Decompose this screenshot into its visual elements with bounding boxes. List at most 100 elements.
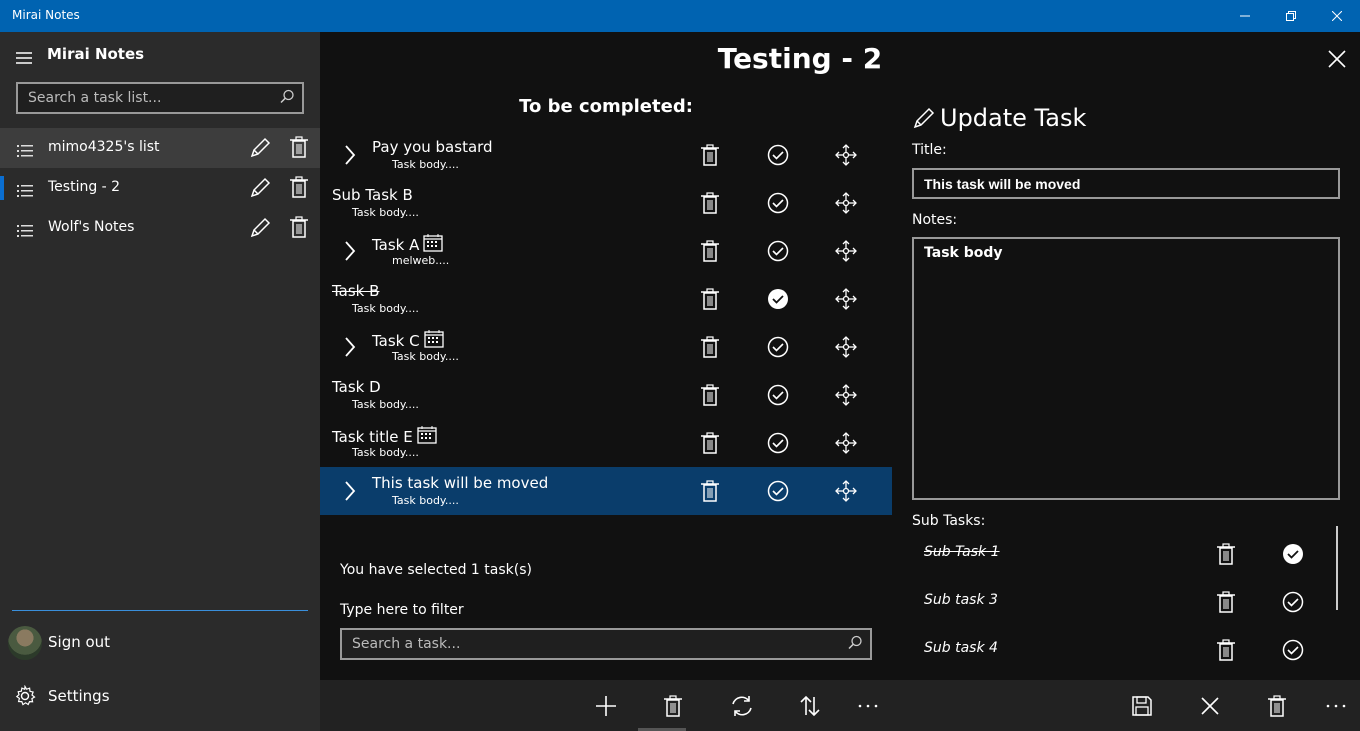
complete-task-button[interactable] bbox=[767, 432, 789, 458]
search-icon[interactable] bbox=[280, 89, 294, 108]
delete-selected-button[interactable] bbox=[657, 690, 689, 722]
pencil-icon bbox=[250, 177, 271, 198]
delete-task-button[interactable] bbox=[700, 240, 720, 266]
sort-button[interactable] bbox=[794, 690, 826, 722]
complete-task-button[interactable] bbox=[767, 144, 789, 170]
completed-check-button[interactable] bbox=[1282, 543, 1304, 569]
section-title: To be completed: bbox=[519, 96, 693, 117]
chevron-right-icon[interactable] bbox=[344, 337, 356, 361]
delete-task-button[interactable] bbox=[700, 384, 720, 410]
check-circle-icon bbox=[767, 144, 789, 166]
complete-subtask-button[interactable] bbox=[1282, 639, 1304, 665]
sidebar-item-wolfs-notes[interactable]: Wolf's Notes bbox=[0, 208, 320, 248]
complete-task-button[interactable] bbox=[767, 480, 789, 506]
delete-task-button[interactable] bbox=[700, 480, 720, 506]
check-circle-filled-icon bbox=[768, 289, 788, 309]
complete-task-button[interactable] bbox=[767, 384, 789, 410]
subtask-row[interactable]: Sub task 4 bbox=[912, 626, 1332, 674]
move-task-button[interactable] bbox=[835, 384, 857, 410]
calendar-icon bbox=[423, 234, 444, 256]
trash-icon bbox=[1217, 591, 1235, 613]
more-icon bbox=[858, 704, 878, 708]
calendar-icon bbox=[417, 426, 437, 448]
task-filter-input[interactable] bbox=[342, 630, 870, 658]
trash-icon bbox=[290, 216, 308, 238]
sidebar-item-testing-2[interactable]: Testing - 2 bbox=[0, 168, 320, 208]
trash-icon bbox=[701, 384, 719, 406]
completed-check-button[interactable] bbox=[767, 288, 789, 314]
move-icon bbox=[835, 384, 857, 406]
task-body: Task body.... bbox=[352, 398, 419, 411]
move-task-button[interactable] bbox=[835, 144, 857, 170]
chevron-right-icon[interactable] bbox=[344, 481, 356, 505]
delete-task-button[interactable] bbox=[700, 144, 720, 170]
check-circle-icon bbox=[1282, 639, 1304, 661]
delete-task-pane-button[interactable] bbox=[1261, 690, 1293, 722]
task-row[interactable]: Pay you bastard Task body.... bbox=[320, 131, 892, 179]
task-notes-field[interactable]: Task body bbox=[912, 237, 1340, 500]
task-title: Task D bbox=[332, 378, 381, 396]
task-row[interactable]: Task B Task body.... bbox=[320, 275, 892, 323]
close-window-button[interactable] bbox=[1314, 0, 1360, 32]
delete-subtask-button[interactable] bbox=[1216, 543, 1236, 569]
save-task-button[interactable] bbox=[1126, 690, 1158, 722]
sync-button[interactable] bbox=[726, 690, 758, 722]
edit-list-button[interactable] bbox=[249, 217, 271, 243]
sign-out-button[interactable]: Sign out bbox=[0, 622, 320, 662]
task-row[interactable]: Task title E Task body.... bbox=[320, 419, 892, 467]
task-title-field[interactable] bbox=[912, 168, 1340, 199]
trash-icon bbox=[290, 136, 308, 158]
delete-list-button[interactable] bbox=[289, 216, 309, 242]
add-task-button[interactable] bbox=[590, 690, 622, 722]
chevron-right-icon[interactable] bbox=[344, 241, 356, 265]
task-body: Task body.... bbox=[352, 446, 419, 459]
task-row[interactable]: Task A melweb.... bbox=[320, 227, 892, 275]
hamburger-menu-button[interactable] bbox=[16, 49, 32, 68]
trash-icon bbox=[1217, 543, 1235, 565]
task-title: Task title E bbox=[332, 428, 413, 446]
task-row-selected[interactable]: This task will be moved Task body.... bbox=[320, 467, 892, 515]
task-list-search bbox=[16, 82, 304, 114]
task-body: Task body.... bbox=[392, 350, 459, 363]
complete-task-button[interactable] bbox=[767, 240, 789, 266]
subtask-row[interactable]: Sub Task 1 bbox=[912, 530, 1332, 578]
delete-task-button[interactable] bbox=[700, 432, 720, 458]
edit-list-button[interactable] bbox=[249, 177, 271, 203]
delete-list-button[interactable] bbox=[289, 176, 309, 202]
chevron-right-icon[interactable] bbox=[344, 145, 356, 169]
settings-button[interactable]: Settings bbox=[0, 676, 320, 716]
subtask-row[interactable]: Sub task 3 bbox=[912, 578, 1332, 626]
sidebar-item-mimo4325-list[interactable]: mimo4325's list bbox=[0, 128, 320, 168]
task-row[interactable]: Task C Task body.... bbox=[320, 323, 892, 371]
subtasks-label: Sub Tasks: bbox=[912, 513, 986, 529]
more-options-pane-button[interactable] bbox=[1320, 690, 1352, 722]
move-task-button[interactable] bbox=[835, 240, 857, 266]
close-pane-button[interactable] bbox=[1328, 50, 1346, 72]
task-row[interactable]: Task D Task body.... bbox=[320, 371, 892, 419]
subtasks-scrollbar[interactable] bbox=[1336, 526, 1338, 610]
delete-subtask-button[interactable] bbox=[1216, 639, 1236, 665]
discard-changes-button[interactable] bbox=[1194, 690, 1226, 722]
more-options-button[interactable] bbox=[852, 690, 884, 722]
delete-subtask-button[interactable] bbox=[1216, 591, 1236, 617]
task-list-search-input[interactable] bbox=[18, 84, 302, 112]
complete-task-button[interactable] bbox=[767, 192, 789, 218]
move-icon bbox=[835, 288, 857, 310]
minimize-button[interactable] bbox=[1222, 0, 1268, 32]
complete-task-button[interactable] bbox=[767, 336, 789, 362]
move-task-button[interactable] bbox=[835, 336, 857, 362]
delete-task-button[interactable] bbox=[700, 288, 720, 314]
delete-list-button[interactable] bbox=[289, 136, 309, 162]
complete-subtask-button[interactable] bbox=[1282, 591, 1304, 617]
edit-list-button[interactable] bbox=[249, 137, 271, 163]
restore-button[interactable] bbox=[1268, 0, 1314, 32]
move-task-button[interactable] bbox=[835, 192, 857, 218]
task-row[interactable]: Sub Task B Task body.... bbox=[320, 179, 892, 227]
delete-task-button[interactable] bbox=[700, 192, 720, 218]
move-task-button[interactable] bbox=[835, 288, 857, 314]
move-task-button[interactable] bbox=[835, 480, 857, 506]
delete-task-button[interactable] bbox=[700, 336, 720, 362]
move-task-button[interactable] bbox=[835, 432, 857, 458]
search-icon[interactable] bbox=[848, 635, 862, 654]
gear-icon bbox=[14, 684, 36, 711]
